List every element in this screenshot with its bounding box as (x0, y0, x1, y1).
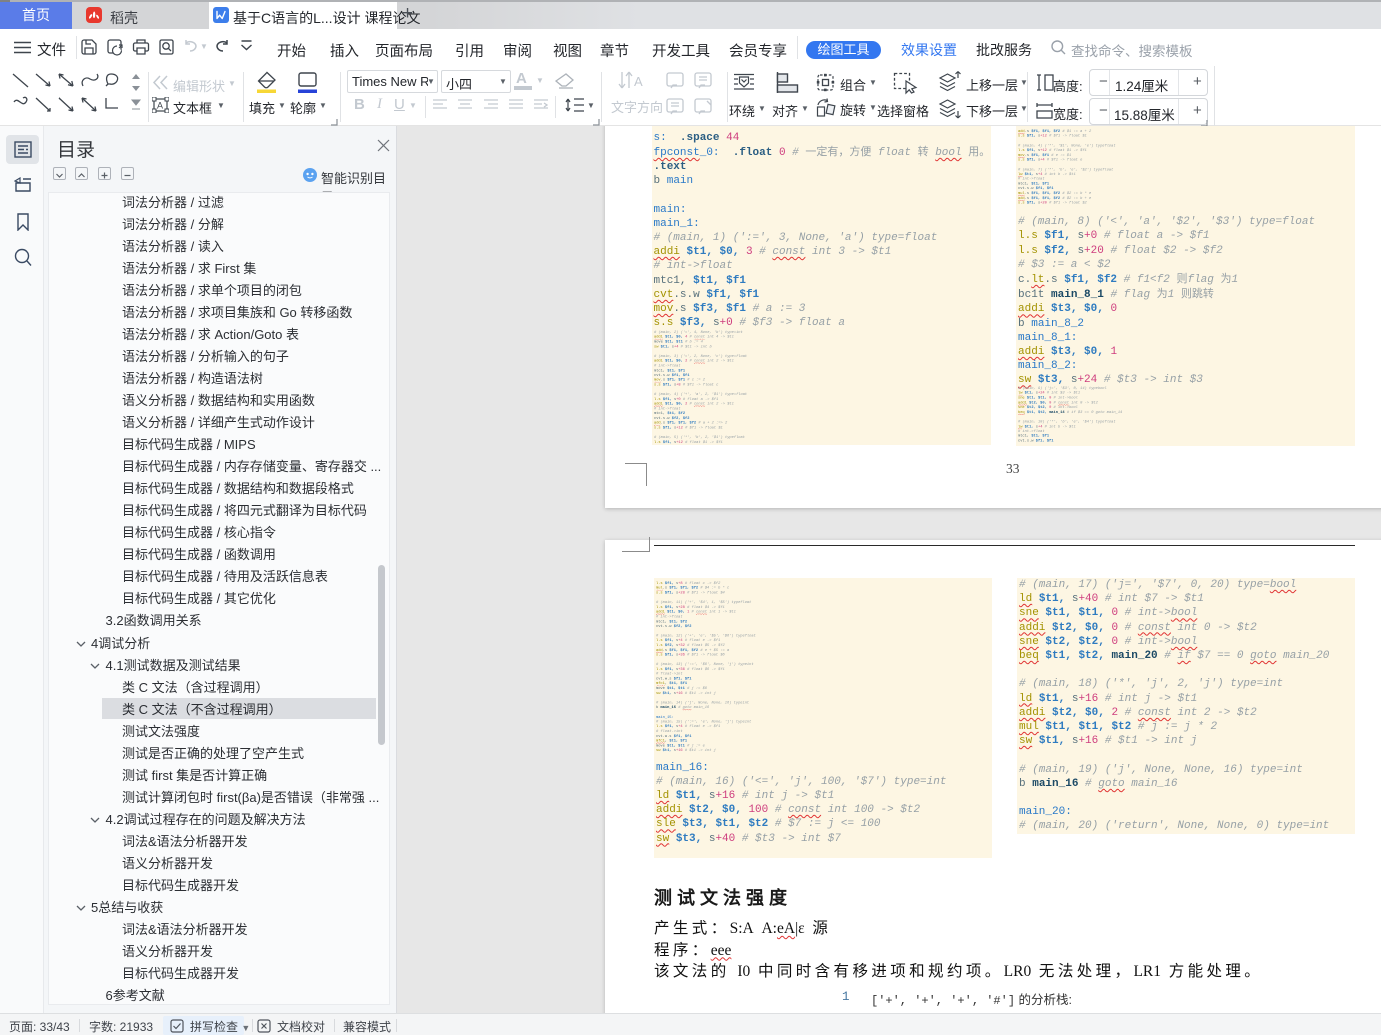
svg-text:A: A (634, 74, 643, 89)
svg-text:A: A (157, 101, 163, 111)
